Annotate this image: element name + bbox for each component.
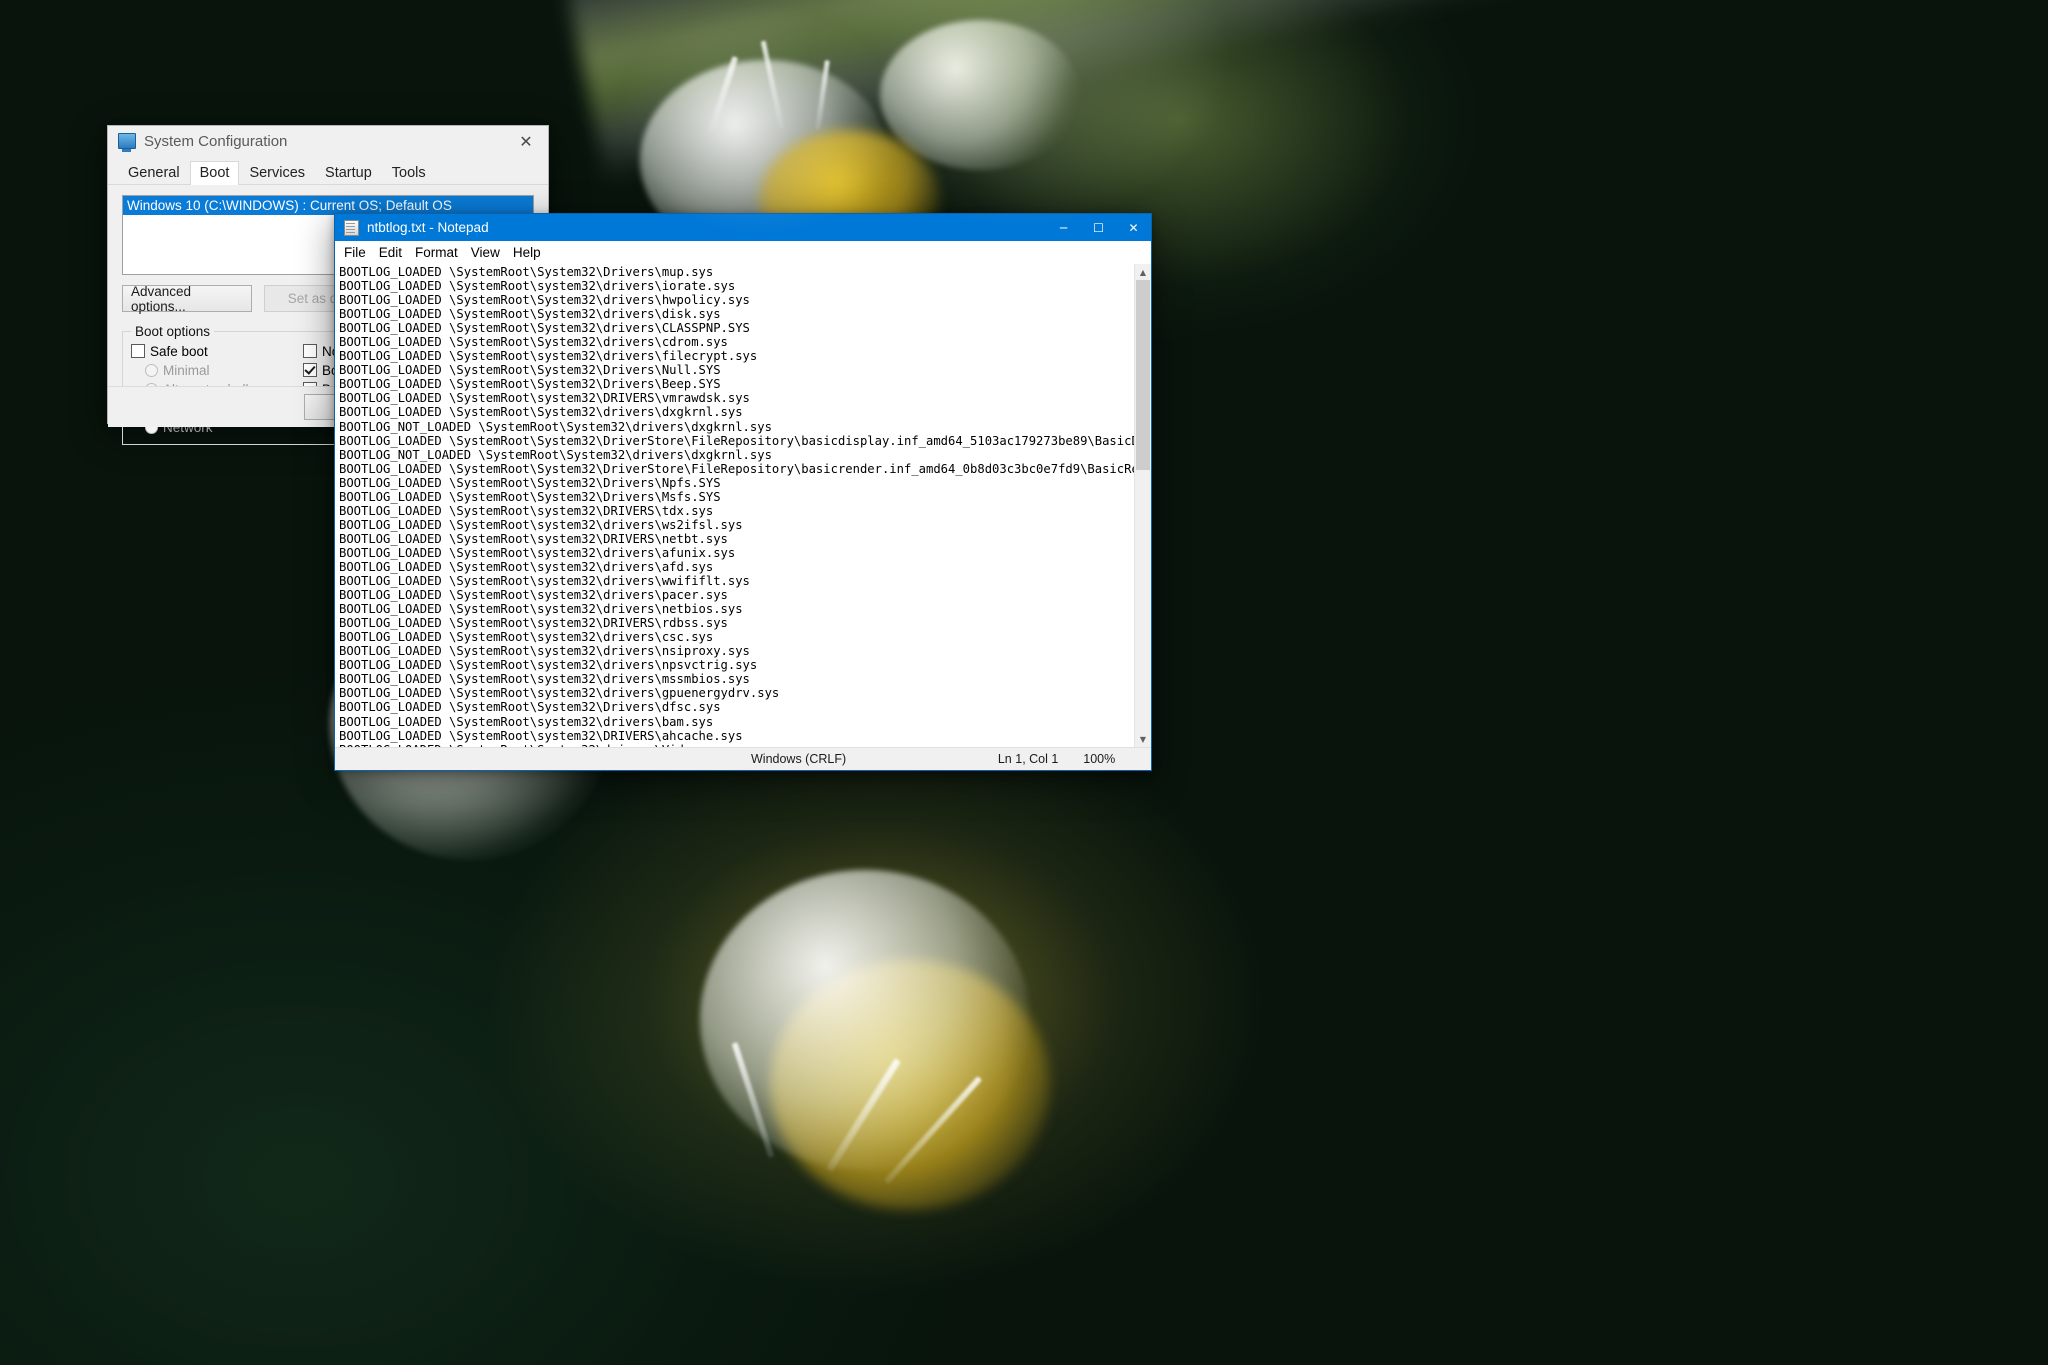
safe-boot-label: Safe boot (150, 344, 208, 359)
checkbox-box-checked (303, 363, 317, 377)
close-icon[interactable]: ✕ (1116, 214, 1151, 241)
minimal-label: Minimal (163, 363, 210, 378)
tab-tools[interactable]: Tools (382, 161, 436, 185)
checkbox-box (131, 344, 145, 358)
tab-general[interactable]: General (118, 161, 190, 185)
vertical-scrollbar[interactable]: ▲ ▼ (1134, 264, 1151, 747)
tab-boot[interactable]: Boot (190, 161, 240, 185)
notepad-menubar[interactable]: File Edit Format View Help (335, 241, 1151, 264)
status-position: Ln 1, Col 1 (986, 752, 1071, 766)
frost-cluster (700, 870, 1030, 1170)
tab-startup[interactable]: Startup (315, 161, 382, 185)
notepad-window[interactable]: ntbtlog.txt - Notepad ─ ☐ ✕ File Edit Fo… (334, 213, 1152, 771)
menu-format[interactable]: Format (415, 245, 458, 260)
notepad-titlebar[interactable]: ntbtlog.txt - Notepad ─ ☐ ✕ (335, 214, 1151, 241)
sysconfig-title: System Configuration (144, 133, 287, 150)
tab-services[interactable]: Services (239, 161, 315, 185)
checkbox-safe-boot[interactable]: Safe boot (131, 343, 303, 359)
menu-view[interactable]: View (471, 245, 500, 260)
menu-file[interactable]: File (344, 245, 366, 260)
scroll-down-icon[interactable]: ▼ (1135, 731, 1151, 747)
scroll-up-icon[interactable]: ▲ (1135, 264, 1151, 280)
radio-circle (145, 364, 158, 377)
notepad-text-area[interactable]: BOOTLOG_LOADED \SystemRoot\System32\Driv… (335, 264, 1134, 747)
notepad-window-controls: ─ ☐ ✕ (1046, 214, 1151, 241)
close-icon[interactable]: ✕ (504, 126, 548, 156)
advanced-options-button[interactable]: Advanced options... (122, 285, 252, 312)
radio-minimal[interactable]: Minimal (131, 362, 303, 378)
status-zoom: 100% (1071, 752, 1151, 766)
maximize-icon[interactable]: ☐ (1081, 214, 1116, 241)
system-configuration-icon (118, 133, 136, 149)
notepad-icon (344, 220, 359, 236)
status-encoding: Windows (CRLF) (335, 752, 986, 766)
checkbox-box (303, 344, 317, 358)
boot-options-legend: Boot options (131, 324, 214, 339)
notepad-body: BOOTLOG_LOADED \SystemRoot\System32\Driv… (335, 264, 1151, 747)
sysconfig-tabstrip[interactable]: General Boot Services Startup Tools (108, 156, 548, 185)
notepad-title: ntbtlog.txt - Notepad (367, 220, 489, 235)
menu-edit[interactable]: Edit (379, 245, 402, 260)
desktop-wallpaper: System Configuration ✕ General Boot Serv… (0, 0, 2048, 1365)
minimize-icon[interactable]: ─ (1046, 214, 1081, 241)
menu-help[interactable]: Help (513, 245, 541, 260)
advanced-options-label: Advanced options... (131, 284, 243, 314)
sysconfig-titlebar[interactable]: System Configuration ✕ (108, 126, 548, 156)
notepad-statusbar: Windows (CRLF) Ln 1, Col 1 100% (335, 747, 1151, 770)
scrollbar-thumb[interactable] (1136, 280, 1150, 470)
